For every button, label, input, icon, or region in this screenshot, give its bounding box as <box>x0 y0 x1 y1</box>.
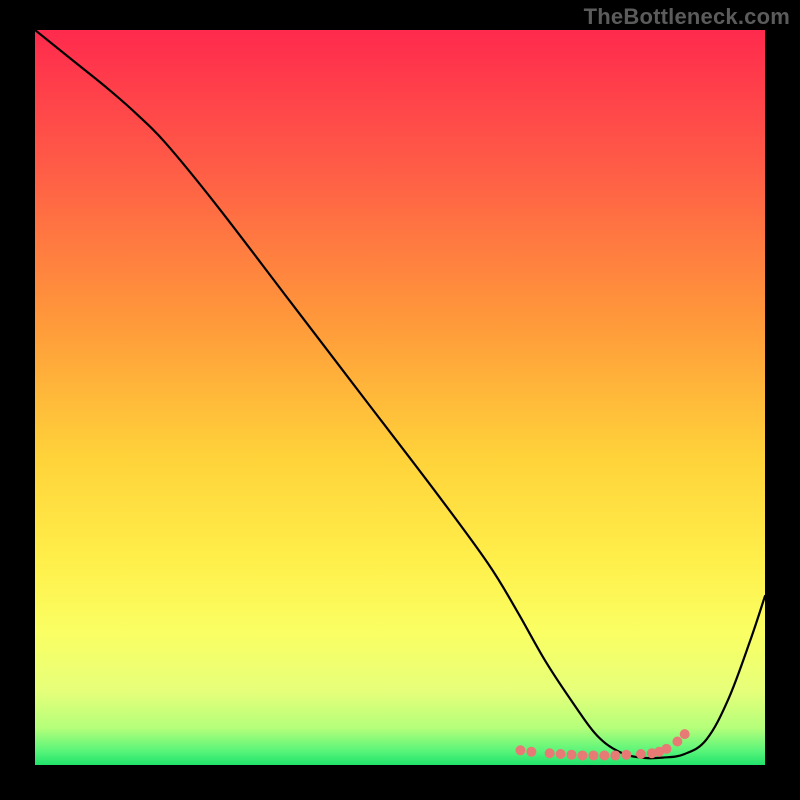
chart-background <box>35 30 765 765</box>
chart-marker <box>515 745 525 755</box>
chart-svg <box>35 30 765 765</box>
chart-marker <box>567 750 577 760</box>
chart-marker <box>545 748 555 758</box>
chart-marker <box>636 749 646 759</box>
chart-marker <box>621 750 631 760</box>
chart-marker <box>672 736 682 746</box>
chart-marker <box>556 749 566 759</box>
chart-marker <box>661 744 671 754</box>
chart-marker <box>578 750 588 760</box>
chart-plot-area <box>35 30 765 765</box>
watermark-text: TheBottleneck.com <box>584 4 790 30</box>
chart-marker <box>680 729 690 739</box>
chart-marker <box>610 750 620 760</box>
chart-marker <box>526 747 536 757</box>
chart-marker <box>599 750 609 760</box>
chart-marker <box>588 750 598 760</box>
chart-frame: TheBottleneck.com <box>0 0 800 800</box>
